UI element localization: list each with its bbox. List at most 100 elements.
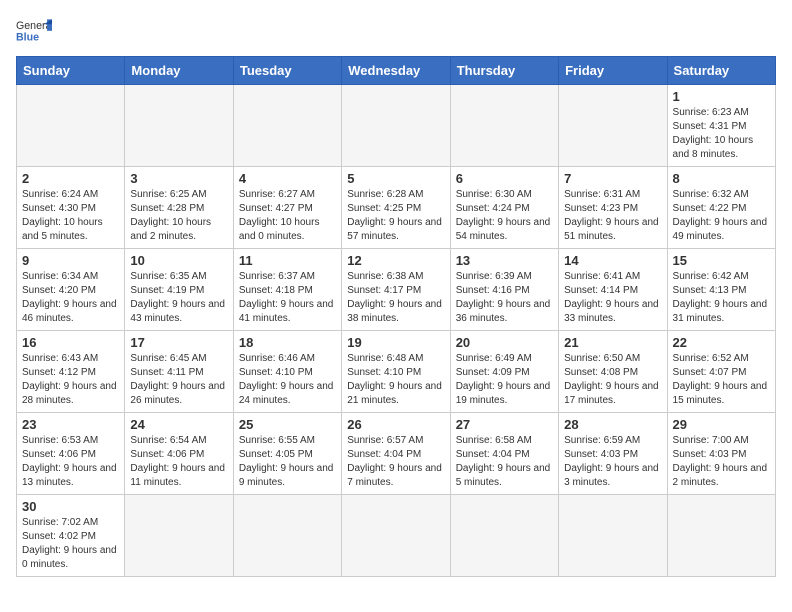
logo: General Blue bbox=[16, 16, 58, 44]
day-number: 13 bbox=[456, 253, 553, 268]
svg-text:Blue: Blue bbox=[16, 32, 39, 44]
week-row-6: 30 Sunrise: 7:02 AM Sunset: 4:02 PM Dayli… bbox=[17, 495, 776, 577]
day-cell bbox=[125, 85, 233, 167]
day-cell bbox=[559, 495, 667, 577]
day-cell: 22 Sunrise: 6:52 AM Sunset: 4:07 PM Dayli… bbox=[667, 331, 775, 413]
day-number: 17 bbox=[130, 335, 227, 350]
day-cell bbox=[125, 495, 233, 577]
day-number: 12 bbox=[347, 253, 444, 268]
week-row-3: 9 Sunrise: 6:34 AM Sunset: 4:20 PM Daylig… bbox=[17, 249, 776, 331]
day-number: 6 bbox=[456, 171, 553, 186]
day-info: Sunrise: 6:43 AM Sunset: 4:12 PM Dayligh… bbox=[22, 352, 119, 408]
weekday-thursday: Thursday bbox=[450, 57, 558, 85]
day-cell: 25Sunrise: 6:55 AM Sunset: 4:05 PM Dayli… bbox=[233, 413, 341, 495]
day-cell: 30 Sunrise: 7:02 AM Sunset: 4:02 PM Dayli… bbox=[17, 495, 125, 577]
day-info: Sunrise: 7:02 AM Sunset: 4:02 PM Dayligh… bbox=[22, 516, 119, 572]
day-cell: 23 Sunrise: 6:53 AM Sunset: 4:06 PM Dayli… bbox=[17, 413, 125, 495]
weekday-tuesday: Tuesday bbox=[233, 57, 341, 85]
day-cell bbox=[17, 85, 125, 167]
day-cell: 13 Sunrise: 6:39 AM Sunset: 4:16 PM Dayli… bbox=[450, 249, 558, 331]
day-number: 20 bbox=[456, 335, 553, 350]
day-number: 16 bbox=[22, 335, 119, 350]
day-cell: 15 Sunrise: 6:42 AM Sunset: 4:13 PM Dayli… bbox=[667, 249, 775, 331]
day-number: 14 bbox=[564, 253, 661, 268]
day-info: Sunrise: 6:38 AM Sunset: 4:17 PM Dayligh… bbox=[347, 270, 444, 326]
day-cell: 26 Sunrise: 6:57 AM Sunset: 4:04 PM Dayli… bbox=[342, 413, 450, 495]
day-cell: 19Sunrise: 6:48 AM Sunset: 4:10 PM Dayli… bbox=[342, 331, 450, 413]
day-cell: 11Sunrise: 6:37 AM Sunset: 4:18 PM Dayli… bbox=[233, 249, 341, 331]
day-number: 25 bbox=[239, 417, 336, 432]
day-number: 21 bbox=[564, 335, 661, 350]
day-number: 5 bbox=[347, 171, 444, 186]
day-info: Sunrise: 6:58 AM Sunset: 4:04 PM Dayligh… bbox=[456, 434, 553, 490]
day-cell bbox=[667, 495, 775, 577]
day-cell bbox=[233, 85, 341, 167]
day-cell: 20Sunrise: 6:49 AM Sunset: 4:09 PM Dayli… bbox=[450, 331, 558, 413]
day-cell: 18Sunrise: 6:46 AM Sunset: 4:10 PM Dayli… bbox=[233, 331, 341, 413]
day-info: Sunrise: 6:53 AM Sunset: 4:06 PM Dayligh… bbox=[22, 434, 119, 490]
day-number: 11 bbox=[239, 253, 336, 268]
weekday-sunday: Sunday bbox=[17, 57, 125, 85]
day-number: 10 bbox=[130, 253, 227, 268]
day-cell: 21 Sunrise: 6:50 AM Sunset: 4:08 PM Dayli… bbox=[559, 331, 667, 413]
day-cell bbox=[559, 85, 667, 167]
day-cell: 1 Sunrise: 6:23 AM Sunset: 4:31 PM Daylig… bbox=[667, 85, 775, 167]
day-info: Sunrise: 6:59 AM Sunset: 4:03 PM Dayligh… bbox=[564, 434, 661, 490]
day-number: 19 bbox=[347, 335, 444, 350]
week-row-2: 2 Sunrise: 6:24 AM Sunset: 4:30 PM Daylig… bbox=[17, 167, 776, 249]
day-number: 30 bbox=[22, 499, 119, 514]
day-cell: 3Sunrise: 6:25 AM Sunset: 4:28 PM Daylig… bbox=[125, 167, 233, 249]
day-cell: 7 Sunrise: 6:31 AM Sunset: 4:23 PM Daylig… bbox=[559, 167, 667, 249]
day-cell: 9 Sunrise: 6:34 AM Sunset: 4:20 PM Daylig… bbox=[17, 249, 125, 331]
day-cell: 10 Sunrise: 6:35 AM Sunset: 4:19 PM Dayli… bbox=[125, 249, 233, 331]
day-info: Sunrise: 6:34 AM Sunset: 4:20 PM Dayligh… bbox=[22, 270, 119, 326]
weekday-saturday: Saturday bbox=[667, 57, 775, 85]
day-info: Sunrise: 6:39 AM Sunset: 4:16 PM Dayligh… bbox=[456, 270, 553, 326]
day-info: Sunrise: 6:25 AM Sunset: 4:28 PM Dayligh… bbox=[130, 188, 227, 244]
day-number: 8 bbox=[673, 171, 770, 186]
day-cell: 17 Sunrise: 6:45 AM Sunset: 4:11 PM Dayli… bbox=[125, 331, 233, 413]
day-number: 23 bbox=[22, 417, 119, 432]
day-info: Sunrise: 6:45 AM Sunset: 4:11 PM Dayligh… bbox=[130, 352, 227, 408]
day-cell bbox=[450, 85, 558, 167]
day-number: 26 bbox=[347, 417, 444, 432]
day-cell bbox=[233, 495, 341, 577]
weekday-header-row: SundayMondayTuesdayWednesdayThursdayFrid… bbox=[17, 57, 776, 85]
day-info: Sunrise: 6:23 AM Sunset: 4:31 PM Dayligh… bbox=[673, 106, 770, 162]
day-info: Sunrise: 6:54 AM Sunset: 4:06 PM Dayligh… bbox=[130, 434, 227, 490]
day-number: 18 bbox=[239, 335, 336, 350]
week-row-4: 16 Sunrise: 6:43 AM Sunset: 4:12 PM Dayli… bbox=[17, 331, 776, 413]
day-number: 29 bbox=[673, 417, 770, 432]
day-number: 7 bbox=[564, 171, 661, 186]
day-cell: 14 Sunrise: 6:41 AM Sunset: 4:14 PM Dayli… bbox=[559, 249, 667, 331]
day-info: Sunrise: 6:52 AM Sunset: 4:07 PM Dayligh… bbox=[673, 352, 770, 408]
day-info: Sunrise: 6:27 AM Sunset: 4:27 PM Dayligh… bbox=[239, 188, 336, 244]
day-info: Sunrise: 6:31 AM Sunset: 4:23 PM Dayligh… bbox=[564, 188, 661, 244]
day-info: Sunrise: 7:00 AM Sunset: 4:03 PM Dayligh… bbox=[673, 434, 770, 490]
day-number: 15 bbox=[673, 253, 770, 268]
day-info: Sunrise: 6:28 AM Sunset: 4:25 PM Dayligh… bbox=[347, 188, 444, 244]
day-number: 2 bbox=[22, 171, 119, 186]
day-info: Sunrise: 6:35 AM Sunset: 4:19 PM Dayligh… bbox=[130, 270, 227, 326]
day-number: 9 bbox=[22, 253, 119, 268]
day-info: Sunrise: 6:50 AM Sunset: 4:08 PM Dayligh… bbox=[564, 352, 661, 408]
day-number: 24 bbox=[130, 417, 227, 432]
svg-text:General: General bbox=[16, 20, 52, 32]
page-header: General Blue bbox=[16, 16, 776, 44]
day-info: Sunrise: 6:42 AM Sunset: 4:13 PM Dayligh… bbox=[673, 270, 770, 326]
day-cell: 16 Sunrise: 6:43 AM Sunset: 4:12 PM Dayli… bbox=[17, 331, 125, 413]
day-cell: 27Sunrise: 6:58 AM Sunset: 4:04 PM Dayli… bbox=[450, 413, 558, 495]
day-info: Sunrise: 6:41 AM Sunset: 4:14 PM Dayligh… bbox=[564, 270, 661, 326]
day-info: Sunrise: 6:32 AM Sunset: 4:22 PM Dayligh… bbox=[673, 188, 770, 244]
generalblue-logo-icon: General Blue bbox=[16, 16, 52, 44]
day-cell: 6 Sunrise: 6:30 AM Sunset: 4:24 PM Daylig… bbox=[450, 167, 558, 249]
day-info: Sunrise: 6:24 AM Sunset: 4:30 PM Dayligh… bbox=[22, 188, 119, 244]
weekday-monday: Monday bbox=[125, 57, 233, 85]
day-info: Sunrise: 6:57 AM Sunset: 4:04 PM Dayligh… bbox=[347, 434, 444, 490]
week-row-1: 1 Sunrise: 6:23 AM Sunset: 4:31 PM Daylig… bbox=[17, 85, 776, 167]
day-cell: 28Sunrise: 6:59 AM Sunset: 4:03 PM Dayli… bbox=[559, 413, 667, 495]
day-number: 22 bbox=[673, 335, 770, 350]
day-info: Sunrise: 6:30 AM Sunset: 4:24 PM Dayligh… bbox=[456, 188, 553, 244]
day-cell bbox=[450, 495, 558, 577]
day-number: 1 bbox=[673, 89, 770, 104]
